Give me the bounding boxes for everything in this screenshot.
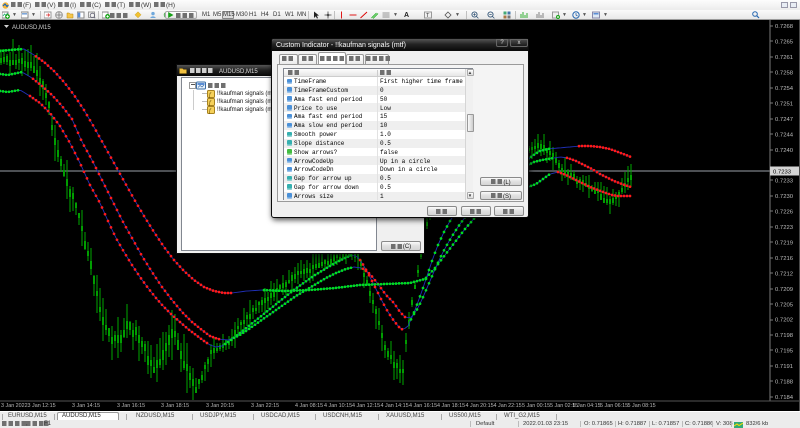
svg-text:0.7251: 0.7251 — [775, 102, 793, 108]
svg-text:0.7212: 0.7212 — [775, 271, 793, 277]
svg-text:3 Jan 18:15: 3 Jan 18:15 — [161, 403, 189, 409]
svg-text:4 Jan 10:15: 4 Jan 10:15 — [324, 403, 352, 409]
svg-text:5 Jan 08:15: 5 Jan 08:15 — [628, 403, 656, 409]
svg-text:3 Jan 16:15: 3 Jan 16:15 — [117, 403, 145, 409]
svg-text:5 Jan 00:15: 5 Jan 00:15 — [522, 403, 550, 409]
svg-text:3 Jan 2022: 3 Jan 2022 — [1, 403, 28, 409]
svg-text:0.7247: 0.7247 — [775, 117, 793, 123]
svg-text:0.7254: 0.7254 — [775, 86, 794, 92]
svg-text:3 Jan 12:15: 3 Jan 12:15 — [28, 403, 56, 409]
svg-text:4 Jan 14:15: 4 Jan 14:15 — [381, 403, 409, 409]
svg-text:0.7223: 0.7223 — [775, 225, 794, 231]
svg-text:0.7265: 0.7265 — [775, 40, 794, 46]
svg-text:4 Jan 18:15: 4 Jan 18:15 — [437, 403, 465, 409]
svg-text:0.7202: 0.7202 — [775, 318, 793, 324]
svg-text:0.7184: 0.7184 — [775, 395, 794, 401]
svg-text:4 Jan 16:15: 4 Jan 16:15 — [409, 403, 437, 409]
svg-text:AUDUSD,M15: AUDUSD,M15 — [12, 25, 51, 31]
svg-text:0.7240: 0.7240 — [775, 148, 794, 154]
svg-text:3 Jan 22:15: 3 Jan 22:15 — [251, 403, 279, 409]
svg-text:0.7268: 0.7268 — [775, 24, 794, 30]
svg-text:0.7230: 0.7230 — [775, 194, 794, 200]
svg-text:0.7261: 0.7261 — [775, 55, 793, 61]
svg-text:3 Jan 14:15: 3 Jan 14:15 — [72, 403, 100, 409]
svg-text:0.7188: 0.7188 — [775, 380, 794, 386]
svg-text:0.7205: 0.7205 — [775, 302, 794, 308]
svg-text:0.7198: 0.7198 — [775, 333, 794, 339]
svg-text:0.7209: 0.7209 — [775, 287, 793, 293]
svg-text:0.7195: 0.7195 — [775, 349, 794, 355]
svg-text:4 Jan 22:15: 4 Jan 22:15 — [494, 403, 522, 409]
svg-text:0.7219: 0.7219 — [775, 241, 793, 247]
svg-text:4 Jan 08:15: 4 Jan 08:15 — [295, 403, 323, 409]
svg-text:4 Jan 12:15: 4 Jan 12:15 — [352, 403, 380, 409]
svg-text:0.7244: 0.7244 — [775, 132, 794, 138]
svg-text:0.7216: 0.7216 — [775, 256, 794, 262]
svg-text:0.7191: 0.7191 — [775, 364, 793, 370]
svg-text:3 Jan 20:15: 3 Jan 20:15 — [206, 403, 234, 409]
svg-text:0.7226: 0.7226 — [775, 210, 794, 216]
svg-text:4 Jan 20:15: 4 Jan 20:15 — [466, 403, 494, 409]
svg-text:5 Jan 06:15: 5 Jan 06:15 — [600, 403, 628, 409]
svg-text:5 Jan 04:15: 5 Jan 04:15 — [573, 403, 601, 409]
svg-text:0.7233: 0.7233 — [775, 179, 794, 185]
svg-text:0.7258: 0.7258 — [775, 71, 794, 77]
svg-text:0.7233: 0.7233 — [773, 170, 792, 176]
